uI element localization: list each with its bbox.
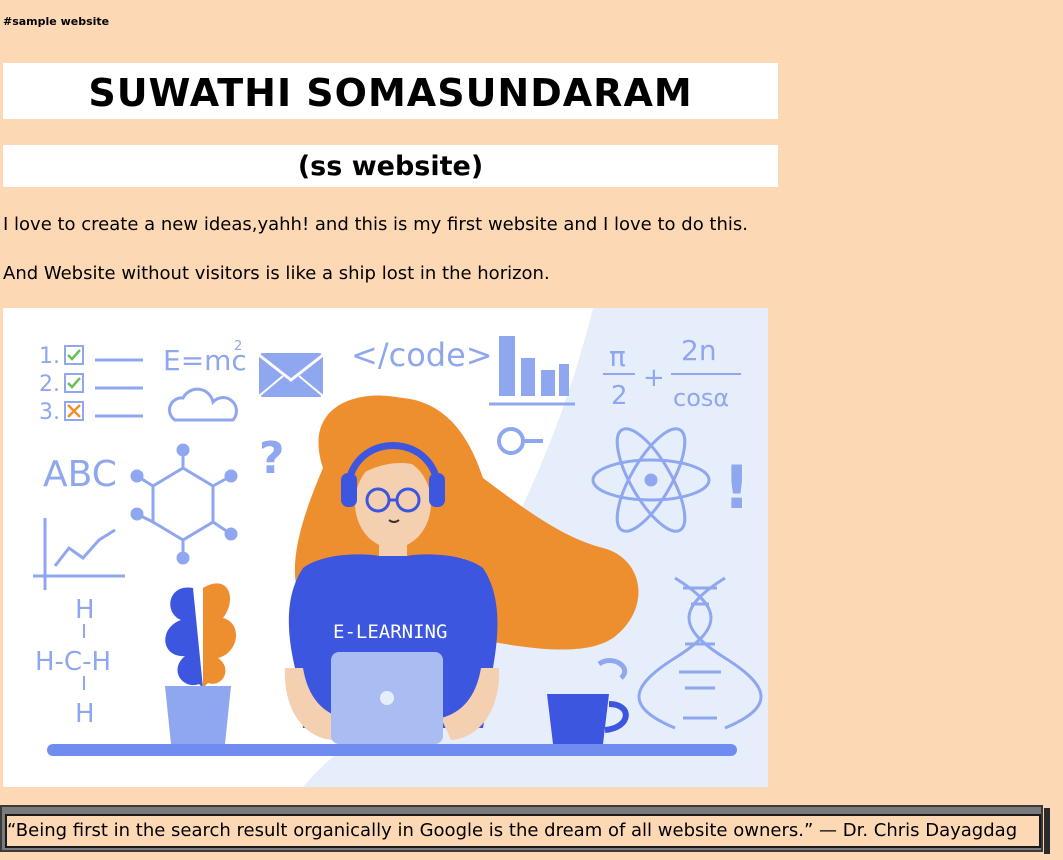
page-subtitle: (ss website) bbox=[3, 145, 778, 187]
desk-shape bbox=[47, 744, 737, 756]
quote-shadow bbox=[1044, 808, 1050, 854]
page-title: SUWATHI SOMASUNDARAM bbox=[3, 63, 778, 119]
formula-exponent: 2 bbox=[234, 339, 242, 354]
cloud-icon bbox=[168, 387, 238, 422]
abc-text: ABC bbox=[43, 454, 117, 495]
quote-frame: “Being first in the search result organi… bbox=[0, 805, 1043, 852]
checklist-label-1: 1. bbox=[39, 344, 60, 369]
envelope-icon bbox=[258, 353, 324, 397]
line-graph-icon bbox=[33, 518, 125, 590]
chem-top: H bbox=[75, 595, 95, 625]
code-text: </code> bbox=[351, 336, 493, 374]
laptop-icon bbox=[331, 652, 443, 744]
e-learning-illustration: 1. 2. 3. E=mc 2 </code> π 2 + 2n cosα ? … bbox=[3, 308, 768, 787]
chemical-formula: H H-C-H H bbox=[35, 595, 111, 729]
molecule-icon bbox=[130, 443, 238, 565]
quote-text: “Being first in the search result organi… bbox=[5, 814, 1041, 848]
magnifier-icon bbox=[497, 427, 543, 455]
checklist-icon: 1. 2. 3. bbox=[39, 344, 143, 425]
plus-sign: + bbox=[643, 363, 665, 393]
plant-icon bbox=[165, 583, 237, 744]
fraction-top: 2n bbox=[681, 334, 717, 367]
fraction-bottom: cosα bbox=[673, 384, 729, 412]
bar-chart-icon bbox=[489, 336, 575, 406]
chem-bottom: H bbox=[75, 699, 95, 729]
checklist-label-3: 3. bbox=[39, 400, 60, 425]
pi-bottom: 2 bbox=[611, 381, 628, 411]
motto-paragraph: And Website without visitors is like a s… bbox=[3, 263, 550, 284]
intro-paragraph: I love to create a new ideas,yahh! and t… bbox=[3, 214, 748, 235]
pi-top: π bbox=[609, 340, 626, 373]
page-tag: #sample website bbox=[3, 15, 110, 28]
checklist-label-2: 2. bbox=[39, 372, 60, 397]
chem-middle: H-C-H bbox=[35, 647, 111, 677]
shirt-text: E-LEARNING bbox=[333, 621, 447, 643]
exclamation-mark: ! bbox=[723, 453, 750, 523]
question-mark: ? bbox=[259, 433, 285, 484]
